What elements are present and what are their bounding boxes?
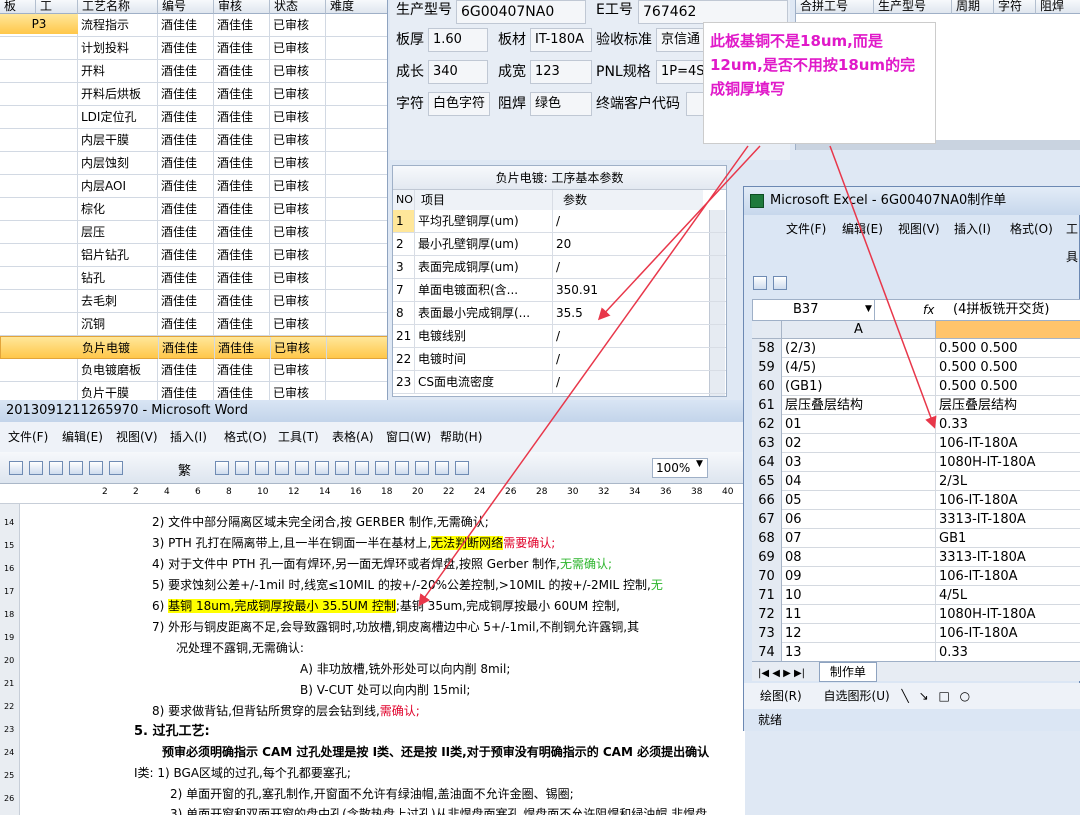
- arrow-to-word: [418, 145, 749, 607]
- arrow-to-excel: [829, 145, 937, 429]
- annotation-arrows: [418, 145, 937, 607]
- arrow-to-param: [597, 145, 761, 321]
